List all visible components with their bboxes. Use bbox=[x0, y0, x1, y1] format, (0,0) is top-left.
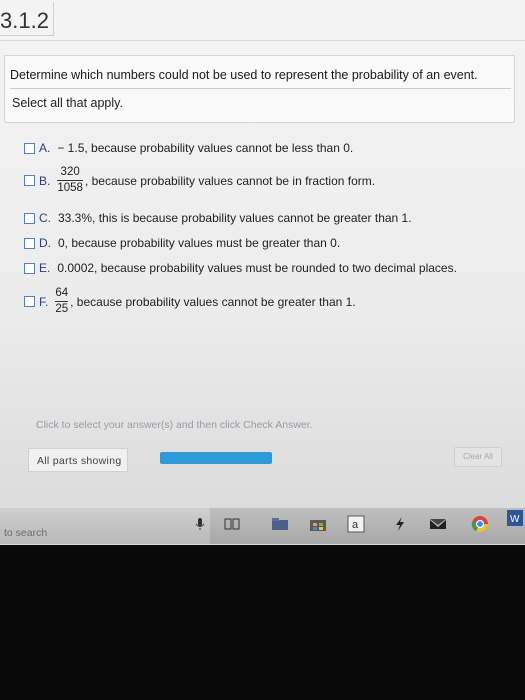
option-e-text: 0.0002, because probability values must … bbox=[57, 261, 457, 275]
option-c-text: 33.3%, this is because probability value… bbox=[58, 211, 412, 225]
mail-icon[interactable] bbox=[428, 514, 448, 534]
option-b-denominator: 1058 bbox=[57, 182, 83, 194]
store-icon[interactable] bbox=[308, 514, 328, 534]
option-b-letter: B. bbox=[39, 173, 51, 188]
option-d[interactable]: D. 0, because probability values must be… bbox=[24, 236, 340, 250]
taskbar-search[interactable]: to search bbox=[0, 508, 210, 544]
option-d-text: 0, because probability values must be gr… bbox=[58, 236, 341, 250]
svg-text:a: a bbox=[352, 519, 359, 531]
option-a-text: − 1.5, because probability values cannot… bbox=[57, 141, 354, 155]
option-a-letter: A. bbox=[39, 141, 51, 155]
question-panel bbox=[4, 55, 515, 123]
option-d-letter: D. bbox=[39, 236, 51, 250]
section-number: 3.1.2 bbox=[0, 2, 54, 36]
task-view-icon[interactable] bbox=[222, 514, 242, 534]
taskbar-search-text: to search bbox=[4, 527, 48, 539]
header-divider bbox=[0, 40, 525, 41]
sparrow-icon[interactable] bbox=[390, 514, 410, 534]
clear-all-button[interactable]: Clear All bbox=[454, 447, 502, 467]
instruction-text: Select all that apply. bbox=[12, 96, 123, 110]
option-f-denominator: 25 bbox=[55, 303, 69, 315]
word-icon[interactable]: W bbox=[505, 508, 525, 528]
chrome-icon[interactable] bbox=[470, 514, 490, 534]
fraction-bar bbox=[55, 301, 69, 302]
taskbar: to search a W bbox=[0, 508, 525, 544]
option-b[interactable]: B. 320 1058 , because probability values… bbox=[24, 166, 375, 195]
option-b-fraction: 320 1058 bbox=[57, 166, 83, 195]
option-e-checkbox[interactable] bbox=[24, 262, 35, 274]
progress-fill bbox=[160, 452, 272, 464]
monitor-bezel bbox=[0, 545, 525, 700]
option-d-checkbox[interactable] bbox=[24, 237, 35, 249]
option-e-letter: E. bbox=[39, 261, 51, 275]
option-f-letter: F. bbox=[39, 294, 49, 309]
fraction-bar bbox=[57, 180, 83, 181]
option-f-fraction: 64 25 bbox=[55, 287, 69, 316]
option-c-letter: C. bbox=[39, 211, 51, 225]
option-b-checkbox[interactable] bbox=[24, 175, 35, 186]
file-explorer-icon[interactable] bbox=[270, 514, 290, 534]
option-c[interactable]: C. 33.3%, this is because probability va… bbox=[24, 211, 412, 225]
option-e[interactable]: E. 0.0002, because probability values mu… bbox=[24, 261, 457, 275]
progress-bar bbox=[160, 452, 272, 464]
option-f-numerator: 64 bbox=[55, 287, 69, 299]
browser-screen: 3.1.2 Determine which numbers could not … bbox=[0, 0, 525, 545]
option-a[interactable]: A. − 1.5, because probability values can… bbox=[24, 141, 353, 155]
option-a-checkbox[interactable] bbox=[24, 142, 35, 154]
option-f-text: , because probability values cannot be g… bbox=[70, 294, 356, 309]
svg-text:W: W bbox=[510, 514, 520, 525]
option-c-checkbox[interactable] bbox=[24, 212, 35, 224]
microphone-icon[interactable] bbox=[190, 514, 210, 534]
question-text: Determine which numbers could not be use… bbox=[10, 68, 478, 82]
parts-showing-label: All parts showing bbox=[37, 455, 122, 467]
option-b-numerator: 320 bbox=[60, 166, 80, 178]
question-divider bbox=[10, 88, 511, 89]
answer-hint: Click to select your answer(s) and then … bbox=[36, 419, 313, 431]
option-f[interactable]: F. 64 25 , because probability values ca… bbox=[24, 287, 356, 316]
app-a-icon[interactable]: a bbox=[346, 514, 366, 534]
option-b-text: , because probability values cannot be i… bbox=[84, 173, 376, 188]
option-f-checkbox[interactable] bbox=[24, 296, 35, 307]
